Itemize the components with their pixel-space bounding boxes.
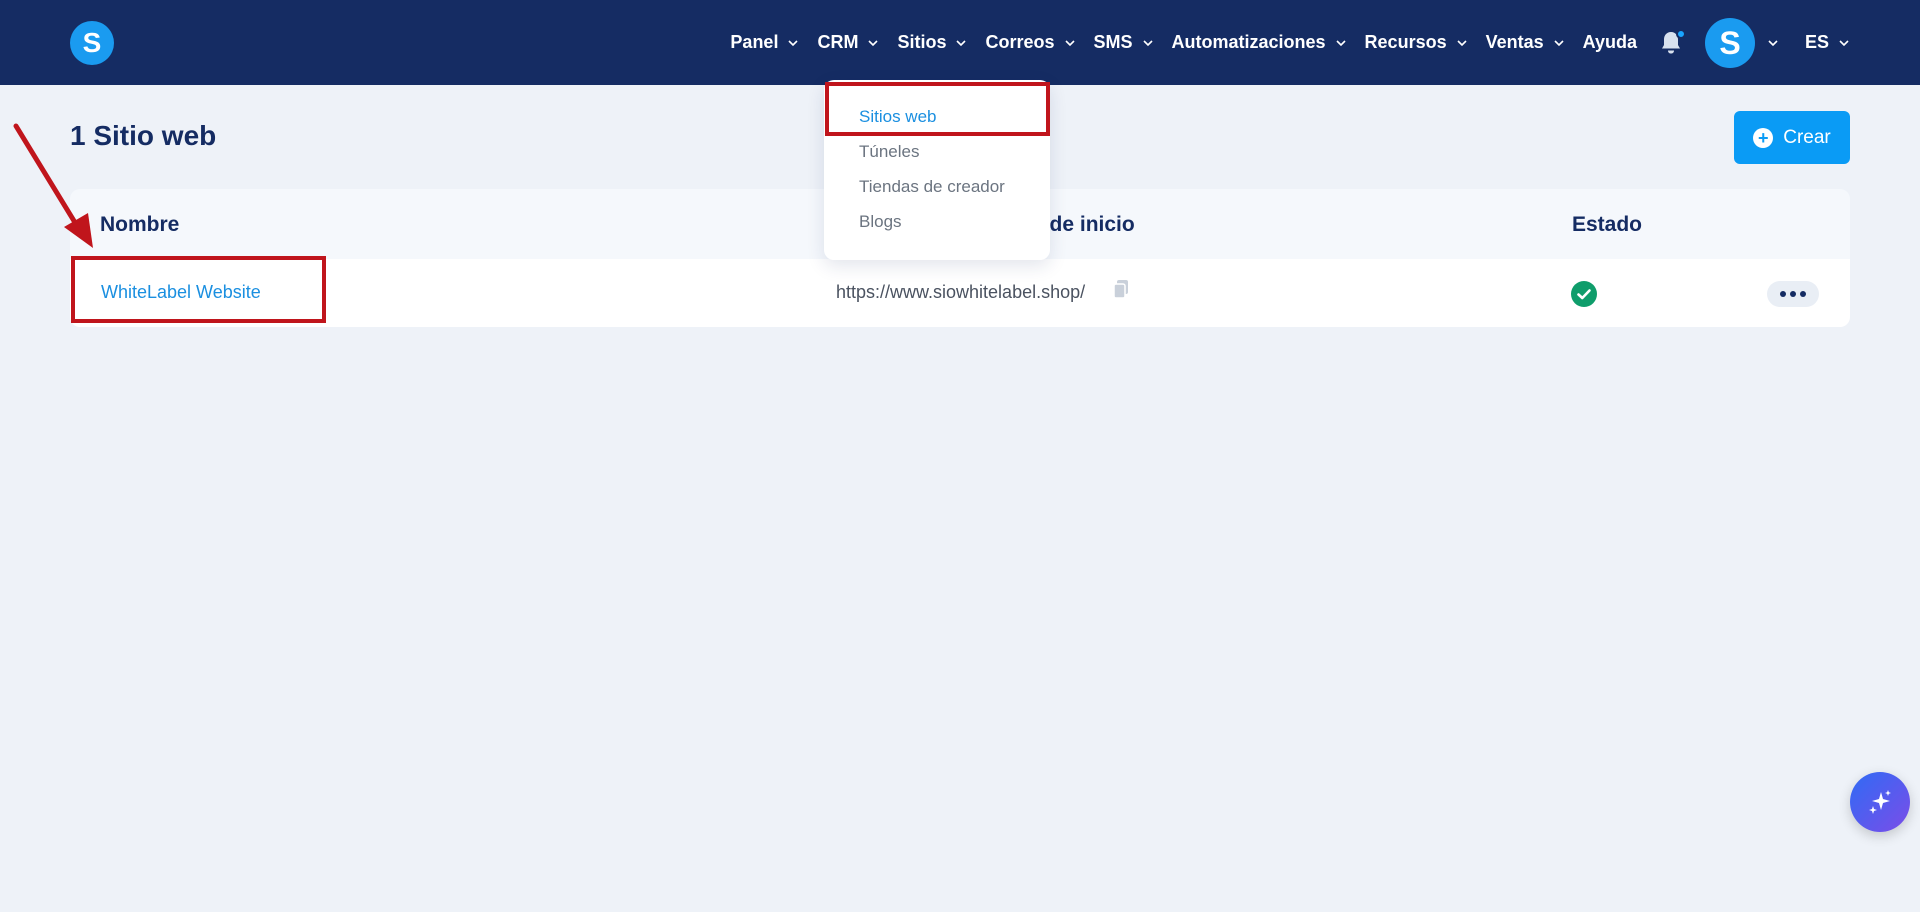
menu-item-tuneles[interactable]: Túneles xyxy=(859,142,919,162)
notification-dot xyxy=(1675,28,1686,39)
nav-item-sitios[interactable]: Sitios xyxy=(897,32,967,53)
highlight-box-sitios-web xyxy=(825,82,1050,136)
nav-item-label: Recursos xyxy=(1364,32,1447,52)
chevron-down-icon xyxy=(1839,39,1849,46)
nav-item-automatizaciones[interactable]: Automatizaciones xyxy=(1172,32,1347,53)
nav-item-label: SMS xyxy=(1093,32,1133,52)
nav-item-correos[interactable]: Correos xyxy=(985,32,1075,53)
nav-item-label: Sitios xyxy=(897,32,947,52)
nav-item-sms[interactable]: SMS xyxy=(1094,32,1154,53)
website-url: https://www.siowhitelabel.shop/ xyxy=(836,282,1086,302)
ai-assistant-button[interactable] xyxy=(1850,772,1910,832)
chevron-down-icon xyxy=(1064,39,1075,46)
check-circle-icon xyxy=(1571,281,1597,307)
nav-item-ayuda[interactable]: Ayuda xyxy=(1583,32,1637,53)
language-selector[interactable]: ES xyxy=(1805,32,1850,53)
menu-item-blogs[interactable]: Blogs xyxy=(859,212,902,232)
annotation-arrow xyxy=(13,123,93,248)
dot xyxy=(1800,291,1806,297)
create-button-label: Crear xyxy=(1783,126,1831,148)
nav-item-recursos[interactable]: Recursos xyxy=(1365,32,1468,53)
nav-item-panel[interactable]: Panel xyxy=(730,32,799,53)
nav-item-label: Correos xyxy=(985,32,1055,52)
main-nav: Panel CRM Sitios Correos SMS Automatizac… xyxy=(712,0,1920,85)
chevron-down-icon xyxy=(1554,39,1564,46)
sparkle-icon xyxy=(1869,790,1891,814)
create-button[interactable]: + Crear xyxy=(1734,111,1850,164)
chevron-down-icon xyxy=(868,39,879,46)
chevron-down-icon xyxy=(1457,39,1467,46)
chevron-down-icon xyxy=(788,39,799,46)
top-navbar: S Panel CRM Sitios Correos SMS Automatiz… xyxy=(0,0,1920,85)
table-row: WhiteLabel Website https://www.siowhitel… xyxy=(70,259,1850,327)
highlight-box-website-name xyxy=(71,256,326,323)
nav-item-label: CRM xyxy=(817,32,859,52)
menu-item-tiendas-de-creador[interactable]: Tiendas de creador xyxy=(859,177,1005,197)
column-header-name: Nombre xyxy=(100,213,180,236)
nav-item-crm[interactable]: CRM xyxy=(817,32,879,53)
bell-icon[interactable] xyxy=(1659,28,1686,56)
language-label: ES xyxy=(1804,32,1829,52)
more-actions-button[interactable] xyxy=(1767,281,1819,307)
chevron-down-icon xyxy=(956,39,967,46)
chevron-down-icon xyxy=(1142,39,1153,46)
nav-item-label: Automatizaciones xyxy=(1171,32,1326,52)
app-logo[interactable]: S xyxy=(70,21,114,65)
nav-item-label: Ventas xyxy=(1485,32,1544,52)
chevron-down-icon xyxy=(1335,39,1346,46)
avatar[interactable]: S xyxy=(1704,17,1755,68)
copy-icon[interactable] xyxy=(1113,279,1129,299)
plus-circle-icon: + xyxy=(1753,127,1774,148)
column-header-status: Estado xyxy=(1572,213,1643,236)
nav-item-ventas[interactable]: Ventas xyxy=(1486,32,1565,53)
dot xyxy=(1790,291,1796,297)
nav-item-label: Panel xyxy=(730,32,779,52)
chevron-down-icon[interactable] xyxy=(1767,37,1779,49)
nav-item-label: Ayuda xyxy=(1582,32,1637,52)
dot xyxy=(1780,291,1786,297)
